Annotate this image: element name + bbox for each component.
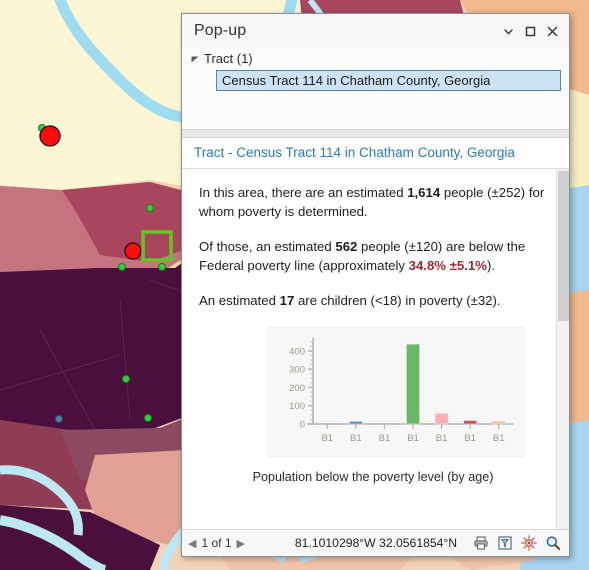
popup-content: In this area, there are an estimated 1,6…	[182, 169, 569, 529]
close-icon[interactable]	[541, 20, 563, 42]
svg-text:100: 100	[289, 401, 305, 412]
paragraph-total-population: In this area, there are an estimated 1,6…	[199, 183, 547, 221]
paragraph-children-poverty: An estimated 17 are children (<18) in po…	[199, 291, 547, 310]
map-point-red-large[interactable]	[39, 125, 61, 147]
popup-title: Pop-up	[194, 22, 247, 39]
p3-part2: are children (<18) in poverty (±32).	[294, 293, 501, 308]
coordinates-readout: 81.1010298°W 32.0561854°N	[294, 536, 458, 550]
p2-part1: Of those, an estimated	[199, 239, 336, 254]
p3-value: 17	[279, 293, 295, 308]
record-count-label: 1 of 1	[201, 536, 232, 550]
svg-text:B1: B1	[407, 433, 419, 444]
svg-text:B1: B1	[436, 433, 448, 444]
chart-caption: Population below the poverty level (by a…	[252, 470, 494, 484]
svg-text:300: 300	[289, 365, 305, 376]
map-point-red[interactable]	[124, 242, 142, 260]
zoom-to-icon[interactable]	[520, 535, 537, 552]
print-icon[interactable]	[472, 535, 489, 552]
record-pager[interactable]: ◀ 1 of 1 ▶	[188, 536, 280, 550]
svg-text:B1: B1	[350, 433, 362, 444]
popup-titlebar[interactable]: Pop-up	[182, 14, 569, 48]
tree-item-selected[interactable]: Census Tract 114 in Chatham County, Geor…	[216, 70, 561, 91]
map-point-green-3[interactable]	[118, 263, 126, 271]
p1-part1: In this area, there are an estimated	[199, 185, 408, 200]
map-point-green-4[interactable]	[158, 263, 166, 271]
paragraph-below-poverty: Of those, an estimated 562 people (±120)…	[199, 237, 547, 275]
statusbar-toolbar	[472, 535, 563, 552]
next-record-button[interactable]: ▶	[237, 537, 245, 550]
scrollbar-thumb[interactable]	[558, 171, 569, 321]
p2-value: 562	[335, 239, 358, 254]
select-features-icon[interactable]	[496, 535, 513, 552]
popup-window[interactable]: Pop-up Tract (1) Census Tract 114 in Cha…	[181, 13, 570, 557]
svg-text:B1: B1	[464, 433, 476, 444]
svg-text:B1: B1	[321, 433, 333, 444]
prev-record-button[interactable]: ◀	[188, 537, 196, 550]
p1-value: 1,614	[407, 185, 441, 200]
map-point-green-6[interactable]	[144, 414, 152, 422]
svg-text:0: 0	[300, 419, 305, 430]
feature-title-link[interactable]: Tract - Census Tract 114 in Chatham Coun…	[182, 138, 569, 169]
tree-group-label: Tract (1)	[204, 51, 253, 66]
expand-triangle-icon[interactable]	[188, 52, 202, 66]
p2-percent: 34.8% ±5.1%	[408, 258, 487, 273]
maximize-icon[interactable]	[519, 20, 541, 42]
svg-text:200: 200	[289, 383, 305, 394]
p2-part3: ).	[487, 258, 496, 273]
map-point-blue[interactable]	[55, 415, 63, 423]
poverty-bar-chart: 0 100 200 300 400 B1 B1 B1 B1 B1 B1 B1	[267, 326, 525, 458]
chevron-down-icon[interactable]	[497, 20, 519, 42]
magnifier-icon[interactable]	[544, 535, 561, 552]
panel-divider	[182, 129, 569, 138]
tree-group-tract[interactable]: Tract (1)	[182, 50, 569, 67]
popup-statusbar: ◀ 1 of 1 ▶ 81.1010298°W 32.0561854°N	[182, 529, 569, 556]
svg-text:400: 400	[289, 346, 305, 357]
map-point-green-5[interactable]	[122, 375, 130, 383]
map-point-green-2[interactable]	[146, 204, 154, 212]
feature-tree[interactable]: Tract (1) Census Tract 114 in Chatham Co…	[182, 48, 569, 129]
chart-graphic: 0 100 200 300 400 B1 B1 B1 B1 B1 B1 B1	[289, 338, 513, 444]
svg-text:B1: B1	[493, 433, 505, 444]
svg-text:B1: B1	[379, 433, 391, 444]
vertical-scrollbar[interactable]	[556, 169, 569, 529]
p3-part1: An estimated	[199, 293, 280, 308]
